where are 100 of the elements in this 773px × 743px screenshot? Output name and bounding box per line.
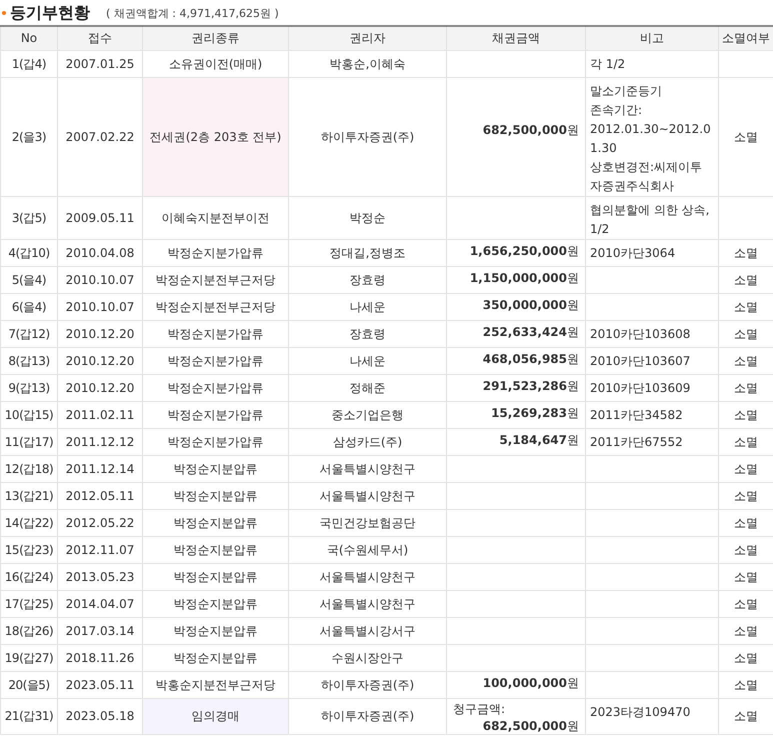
status-text: 소멸 xyxy=(734,570,758,584)
status-text: 소멸 xyxy=(734,380,758,394)
table-cell: 하이투자증권(주) xyxy=(288,77,446,196)
table-cell: 2009.05.11 xyxy=(58,196,142,239)
remarks-text: 각 1/2 xyxy=(590,56,626,72)
status-text: 소멸 xyxy=(734,354,758,368)
table-cell: 임의경매 xyxy=(142,698,288,734)
table-cell: 2010.12.20 xyxy=(58,347,142,374)
table-cell: 국(수원세무서) xyxy=(288,536,446,563)
status-text: 소멸 xyxy=(734,488,758,502)
table-cell: 서울특별시양천구 xyxy=(288,590,446,617)
table-cell: 2010.10.07 xyxy=(58,293,142,320)
column-header: 채권금액 xyxy=(446,26,586,50)
table-cell: 13(갑21) xyxy=(0,482,58,509)
table-cell: 수원시장안구 xyxy=(288,644,446,671)
table-cell: 소유권이전(매매) xyxy=(142,50,288,77)
table-cell: 서울특별시양천구 xyxy=(288,482,446,509)
remarks-text: 2011카단67552 xyxy=(590,434,684,450)
remarks-text: 2010카단3064 xyxy=(590,244,676,262)
table-cell: 삼성카드(주) xyxy=(288,428,446,455)
table-cell: 2013.05.23 xyxy=(58,563,142,590)
status-text: 소멸 xyxy=(734,709,758,723)
table-cell: 4(갑10) xyxy=(0,239,58,266)
remarks-text: 2010카단103609 xyxy=(590,380,692,396)
table-cell: 15(갑23) xyxy=(0,536,58,563)
table-cell: 2011.02.11 xyxy=(58,401,142,428)
remarks-text: 2010카단103608 xyxy=(590,326,692,342)
table-cell: 2012.11.07 xyxy=(58,536,142,563)
status-text: 소멸 xyxy=(734,596,758,610)
table-cell: 1(갑4) xyxy=(0,50,58,77)
table-cell: 박정순지분가압류 xyxy=(142,428,288,455)
table-cell: 박정순지분가압류 xyxy=(142,401,288,428)
table-cell: 2012.05.22 xyxy=(58,509,142,536)
table-cell: 6(을4) xyxy=(0,293,58,320)
table-cell: 박정순지분가압류 xyxy=(142,347,288,374)
amount-label: 청구금액: xyxy=(453,700,506,716)
table-cell: 국민건강보험공단 xyxy=(288,509,446,536)
amount-text: 5,184,647원 xyxy=(499,432,579,448)
table-cell: 7(갑12) xyxy=(0,320,58,347)
section-title: 등기부현황 xyxy=(10,2,90,24)
table-cell: 2017.03.14 xyxy=(58,617,142,644)
table-cell: 장효령 xyxy=(288,266,446,293)
table-cell: 박정순지분압류 xyxy=(142,644,288,671)
table-cell: 16(갑24) xyxy=(0,563,58,590)
table-cell: 2011.12.12 xyxy=(58,428,142,455)
table-cell: 2010.12.20 xyxy=(58,374,142,401)
status-text: 소멸 xyxy=(734,434,758,448)
amount-text: 468,056,985원 xyxy=(482,350,579,366)
status-text: 소멸 xyxy=(734,678,758,692)
column-header: 권리자 xyxy=(288,26,446,50)
bullet-icon xyxy=(2,11,6,15)
table-cell: 하이투자증권(주) xyxy=(288,671,446,698)
table-cell: 2010.12.20 xyxy=(58,320,142,347)
amount-text: 252,633,424원 xyxy=(482,324,579,340)
status-text: 소멸 xyxy=(734,130,758,144)
table-cell: 나세운 xyxy=(288,347,446,374)
table-cell: 박정순지분압류 xyxy=(142,536,288,563)
remarks-text: 2010카단103607 xyxy=(590,352,692,370)
table-cell: 10(갑15) xyxy=(0,401,58,428)
table-cell: 2010.04.08 xyxy=(58,239,142,266)
status-text: 소멸 xyxy=(734,300,758,314)
amount-text: 15,269,283원 xyxy=(491,404,579,420)
table-cell: 8(갑13) xyxy=(0,347,58,374)
table-cell: 서울특별시양천구 xyxy=(288,563,446,590)
status-text: 소멸 xyxy=(734,624,758,638)
table-cell: 서울특별시강서구 xyxy=(288,617,446,644)
table-cell: 박정순지분압류 xyxy=(142,509,288,536)
table-cell: 박정순지분가압류 xyxy=(142,320,288,347)
table-cell: 박홍순지분전부근저당 xyxy=(142,671,288,698)
table-cell: 박정순지분전부근저당 xyxy=(142,293,288,320)
table-cell: 박정순지분압류 xyxy=(142,482,288,509)
table-cell: 박정순지분가압류 xyxy=(142,239,288,266)
table-cell: 2023.05.11 xyxy=(58,671,142,698)
table-cell: 12(갑18) xyxy=(0,455,58,482)
table-cell: 20(을5) xyxy=(0,671,58,698)
table-cell: 서울특별시양천구 xyxy=(288,455,446,482)
amount-text: 682,500,000원 xyxy=(482,122,579,138)
table-cell: 정해준 xyxy=(288,374,446,401)
table-cell: 2018.11.26 xyxy=(58,644,142,671)
remarks-text: 2011카단34582 xyxy=(590,406,684,424)
remarks-text: 2023타경109470 xyxy=(590,704,692,720)
status-text: 소멸 xyxy=(734,326,758,340)
table-cell: 박정순지분압류 xyxy=(142,590,288,617)
table-cell: 박정순지분전부근저당 xyxy=(142,266,288,293)
table-cell: 17(갑25) xyxy=(0,590,58,617)
table-cell: 박정순지분압류 xyxy=(142,455,288,482)
status-text: 소멸 xyxy=(734,272,758,286)
table-cell: 2014.04.07 xyxy=(58,590,142,617)
amount-text: 1,656,250,000원 xyxy=(470,242,579,258)
column-header: No xyxy=(0,26,58,50)
amount-text: 291,523,286원 xyxy=(482,378,579,394)
table-cell: 장효령 xyxy=(288,320,446,347)
status-text: 소멸 xyxy=(734,650,758,664)
column-header: 비고 xyxy=(586,26,718,50)
amount-text: 100,000,000원 xyxy=(482,674,579,690)
table-cell: 박홍순,이혜숙 xyxy=(288,50,446,77)
column-header: 권리종류 xyxy=(142,26,288,50)
table-cell: 중소기업은행 xyxy=(288,401,446,428)
table-cell: 하이투자증권(주) xyxy=(288,698,446,734)
table-cell: 2010.10.07 xyxy=(58,266,142,293)
